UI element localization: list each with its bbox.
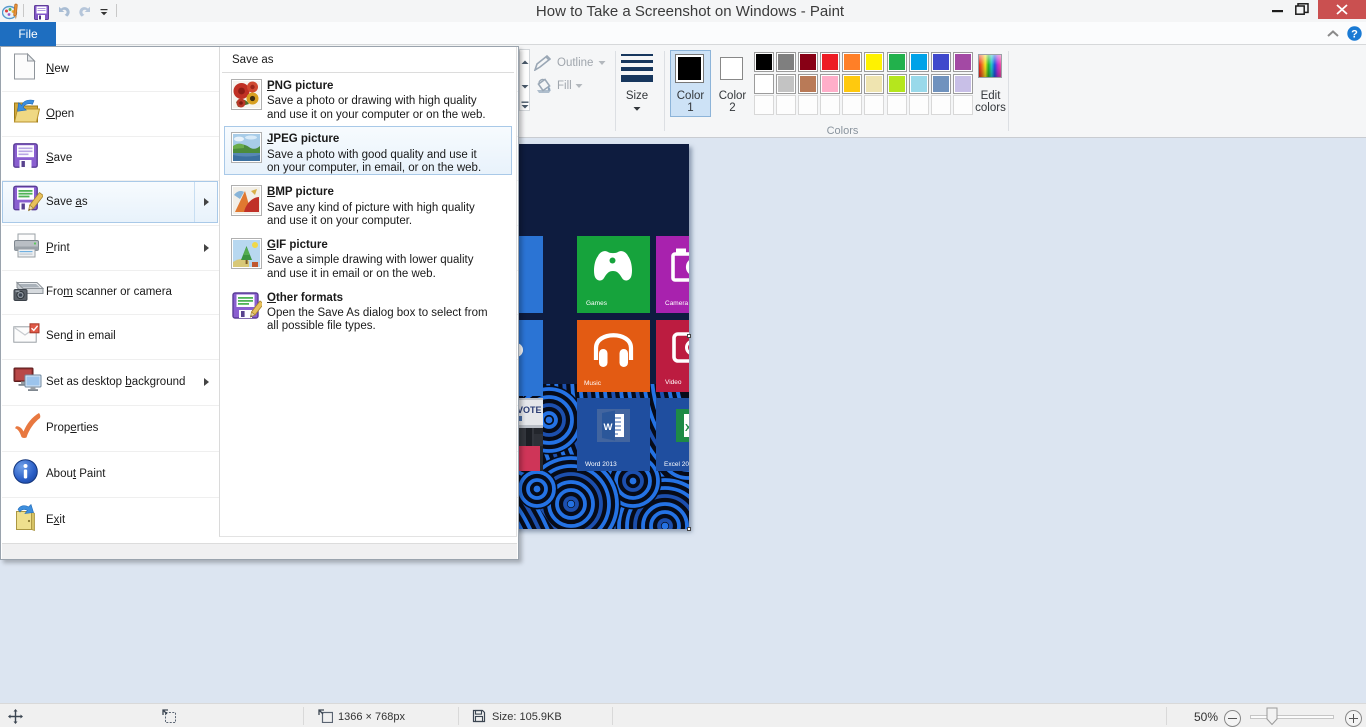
svg-text:Video: Video — [665, 379, 682, 386]
svg-text:Excel 201: Excel 201 — [664, 461, 689, 468]
svg-text:VOTE: VOTE — [517, 405, 542, 415]
svg-text:W: W — [604, 422, 613, 433]
svg-text:X: X — [685, 423, 689, 434]
svg-text:?: ? — [1351, 28, 1358, 40]
svg-text:Music: Music — [584, 380, 602, 387]
svg-text:Games: Games — [586, 300, 608, 307]
svg-text:Camera: Camera — [665, 300, 689, 307]
svg-text:Word 2013: Word 2013 — [585, 461, 617, 468]
